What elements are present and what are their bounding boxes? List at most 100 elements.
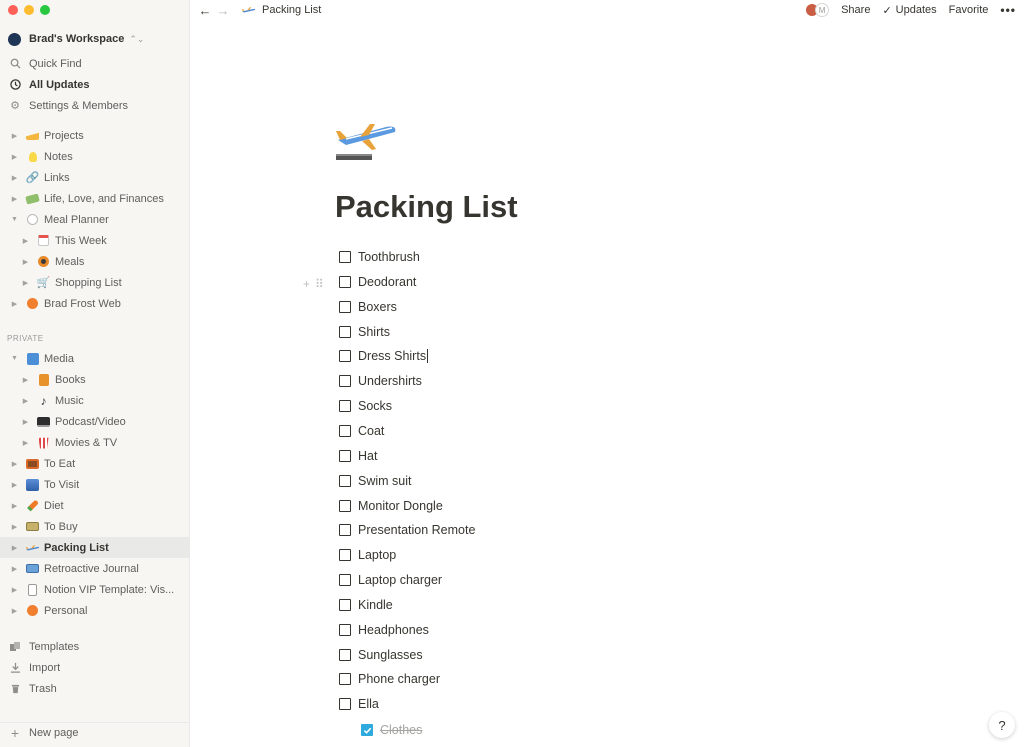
checkbox[interactable] — [339, 648, 351, 661]
todo-item[interactable]: Hat — [339, 447, 377, 465]
sidebar-item-books[interactable]: ▶ Books — [0, 369, 190, 390]
todo-item[interactable]: Laptop charger — [339, 571, 442, 589]
todo-text[interactable]: Swim suit — [358, 474, 411, 488]
todo-text[interactable]: Dress Shirts — [358, 349, 426, 363]
close-window-button[interactable] — [8, 5, 18, 15]
expand-arrow-icon[interactable]: ▶ — [10, 153, 19, 161]
page-title[interactable]: Packing List — [335, 189, 518, 225]
share-button[interactable]: Share — [841, 4, 870, 16]
sidebar-item-meal-planner[interactable]: ▼ Meal Planner — [0, 209, 190, 230]
sidebar-item-notion-vip-template[interactable]: ▶ Notion VIP Template: Vis... — [0, 579, 190, 600]
sidebar-item-personal[interactable]: ▶ Personal — [0, 600, 190, 621]
todo-item[interactable]: Deodorant — [339, 273, 416, 291]
todo-item[interactable]: Boxers — [339, 298, 397, 316]
sidebar-item-to-visit[interactable]: ▶ To Visit — [0, 474, 190, 495]
expand-arrow-icon[interactable]: ▶ — [10, 502, 19, 510]
checkbox[interactable] — [339, 424, 351, 437]
add-block-icon[interactable]: + — [303, 277, 310, 291]
checkbox[interactable] — [339, 325, 351, 338]
checkbox[interactable] — [339, 300, 351, 313]
collaborator-avatars[interactable]: M — [805, 3, 830, 17]
help-button[interactable]: ? — [989, 712, 1015, 738]
new-page-button[interactable]: + New page — [0, 722, 190, 743]
expand-arrow-icon[interactable]: ▶ — [21, 376, 30, 384]
expand-arrow-icon[interactable]: ▶ — [10, 300, 19, 308]
checkbox[interactable] — [339, 499, 351, 512]
checkbox-checked[interactable] — [361, 724, 373, 736]
expand-arrow-icon[interactable]: ▶ — [10, 174, 19, 182]
sidebar-item-shopping-list[interactable]: ▶ 🛒 Shopping List — [0, 272, 190, 293]
sidebar-item-projects[interactable]: ▶ Projects — [0, 125, 190, 146]
todo-text[interactable]: Boxers — [358, 300, 397, 314]
sidebar-item-to-eat[interactable]: ▶ To Eat — [0, 453, 190, 474]
checkbox[interactable] — [339, 474, 351, 487]
block-handle[interactable]: + ⠿ — [303, 277, 324, 291]
expand-arrow-icon[interactable]: ▶ — [10, 132, 19, 140]
todo-text[interactable]: Toothbrush — [358, 250, 420, 264]
minimize-window-button[interactable] — [24, 5, 34, 15]
todo-item[interactable]: Phone charger — [339, 670, 440, 688]
expand-arrow-icon[interactable]: ▶ — [10, 460, 19, 468]
todo-text[interactable]: Phone charger — [358, 672, 440, 686]
todo-item-nested[interactable]: Clothes — [361, 721, 422, 739]
todo-text[interactable]: Hat — [358, 449, 377, 463]
expand-arrow-icon[interactable]: ▶ — [10, 565, 19, 573]
sidebar-item-brad-frost-web[interactable]: ▶ Brad Frost Web — [0, 293, 190, 314]
trash-button[interactable]: Trash — [0, 678, 190, 699]
quick-find-button[interactable]: Quick Find — [0, 53, 190, 74]
updates-button[interactable]: ✓ Updates — [882, 4, 936, 17]
collapse-arrow-icon[interactable]: ▼ — [10, 216, 19, 223]
todo-text[interactable]: Laptop charger — [358, 573, 442, 587]
drag-handle-icon[interactable]: ⠿ — [315, 277, 324, 291]
favorite-button[interactable]: Favorite — [949, 4, 989, 16]
sidebar-item-life-love-finances[interactable]: ▶ Life, Love, and Finances — [0, 188, 190, 209]
expand-arrow-icon[interactable]: ▶ — [21, 418, 30, 426]
todo-text[interactable]: Headphones — [358, 623, 429, 637]
todo-item[interactable]: Undershirts — [339, 372, 422, 390]
todo-item[interactable]: Headphones — [339, 621, 429, 639]
todo-item[interactable]: Coat — [339, 422, 384, 440]
checkbox[interactable] — [339, 549, 351, 562]
all-updates-button[interactable]: All Updates — [0, 74, 190, 95]
checkbox[interactable] — [339, 400, 351, 413]
todo-item[interactable]: Sunglasses — [339, 646, 423, 664]
checkbox[interactable] — [339, 598, 351, 611]
expand-arrow-icon[interactable]: ▶ — [10, 586, 19, 594]
checkbox[interactable] — [339, 574, 351, 587]
checkbox[interactable] — [339, 524, 351, 537]
workspace-switcher[interactable]: Brad's Workspace ⌃⌄ — [8, 30, 181, 48]
todo-item[interactable]: Kindle — [339, 596, 393, 614]
expand-arrow-icon[interactable]: ▶ — [21, 397, 30, 405]
sidebar-item-movies-tv[interactable]: ▶ Movies & TV — [0, 432, 190, 453]
todo-item[interactable]: Socks — [339, 397, 392, 415]
sidebar-item-retroactive-journal[interactable]: ▶ Retroactive Journal — [0, 558, 190, 579]
expand-arrow-icon[interactable]: ▶ — [21, 258, 30, 266]
todo-text[interactable]: Sunglasses — [358, 648, 423, 662]
checkbox[interactable] — [339, 375, 351, 388]
sidebar-item-this-week[interactable]: ▶ This Week — [0, 230, 190, 251]
zoom-window-button[interactable] — [40, 5, 50, 15]
sidebar-item-music[interactable]: ▶ ♪ Music — [0, 390, 190, 411]
todo-text[interactable]: Shirts — [358, 325, 390, 339]
expand-arrow-icon[interactable]: ▶ — [21, 279, 30, 287]
todo-text[interactable]: Kindle — [358, 598, 393, 612]
todo-text[interactable]: Coat — [358, 424, 384, 438]
breadcrumb[interactable]: Packing List — [241, 3, 321, 17]
checkbox[interactable] — [339, 698, 351, 711]
todo-text[interactable]: Undershirts — [358, 374, 422, 388]
checkbox[interactable] — [339, 350, 351, 363]
checkbox[interactable] — [339, 251, 351, 263]
sidebar-item-notes[interactable]: ▶ Notes — [0, 146, 190, 167]
sidebar-item-packing-list[interactable]: ▶ Packing List — [0, 537, 190, 558]
sidebar-item-to-buy[interactable]: ▶ To Buy — [0, 516, 190, 537]
todo-text[interactable]: Deodorant — [358, 275, 416, 289]
todo-text[interactable]: Monitor Dongle — [358, 499, 443, 513]
expand-arrow-icon[interactable]: ▶ — [10, 195, 19, 203]
back-arrow-icon[interactable]: ← — [197, 3, 213, 18]
todo-item[interactable]: Shirts — [339, 323, 390, 341]
page-airplane-icon[interactable] — [336, 120, 398, 166]
todo-item[interactable]: Swim suit — [339, 472, 411, 490]
checkbox[interactable] — [339, 275, 351, 288]
todo-item[interactable]: Monitor Dongle — [339, 497, 443, 515]
todo-text[interactable]: Clothes — [380, 723, 422, 737]
